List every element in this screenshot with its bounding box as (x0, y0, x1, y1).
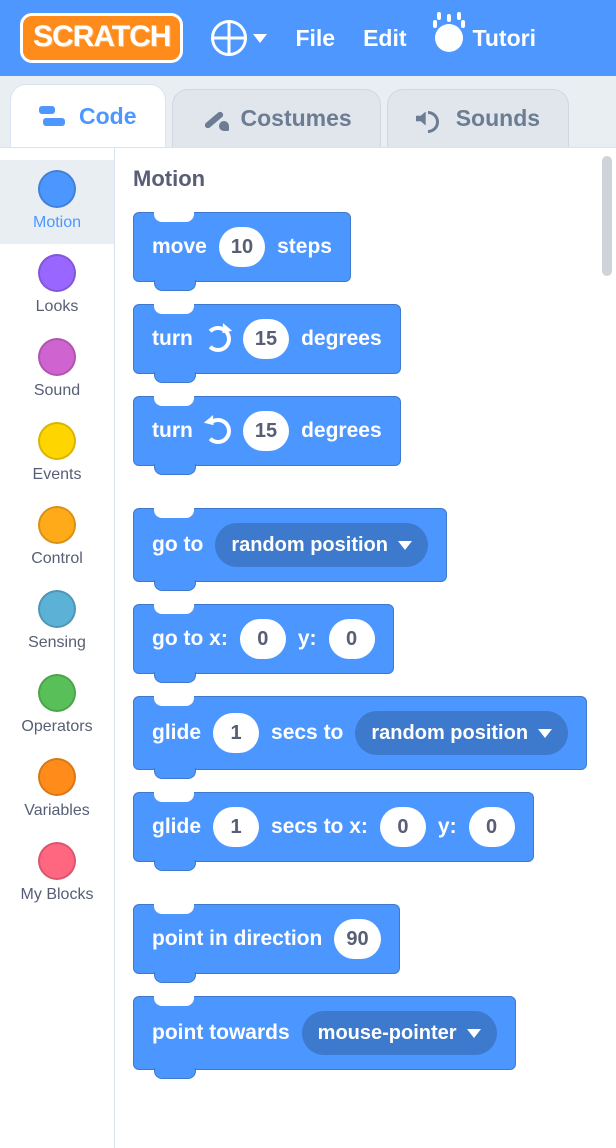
block-point-in-direction[interactable]: point in direction 90 (133, 904, 400, 974)
tab-code-label: Code (79, 103, 137, 130)
tab-costumes-label: Costumes (241, 105, 352, 132)
chevron-down-icon (253, 34, 267, 43)
block-text: point in direction (152, 927, 322, 951)
block-number-input[interactable]: 90 (334, 919, 380, 959)
block-text: glide (152, 815, 201, 839)
block-text: glide (152, 721, 201, 745)
block-text: secs to (271, 721, 343, 745)
block-dropdown[interactable]: random position (355, 711, 568, 755)
block-text: secs to x: (271, 815, 368, 839)
block-point-towards[interactable]: point towards mouse-pointer (133, 996, 516, 1070)
block-text: move (152, 235, 207, 259)
category-label: Looks (36, 298, 79, 316)
category-label: Events (33, 466, 82, 484)
workspace: Motion Looks Sound Events Control Sensin… (0, 148, 616, 1148)
tab-costumes[interactable]: Costumes (172, 89, 381, 147)
category-label: Motion (33, 214, 81, 232)
block-text: degrees (301, 327, 382, 351)
palette-heading: Motion (133, 166, 598, 192)
category-swatch (38, 422, 76, 460)
block-number-input[interactable]: 10 (219, 227, 265, 267)
block-text: y: (438, 815, 457, 839)
rotate-clockwise-icon (205, 326, 231, 352)
category-swatch (38, 674, 76, 712)
block-text: turn (152, 327, 193, 351)
block-number-input[interactable]: 0 (240, 619, 286, 659)
block-number-input[interactable]: 0 (380, 807, 426, 847)
category-label: My Blocks (21, 886, 94, 904)
block-number-input[interactable]: 0 (329, 619, 375, 659)
block-text: go to x: (152, 627, 228, 651)
paintbrush-icon (201, 109, 227, 129)
speaker-icon (416, 109, 442, 129)
block-number-input[interactable]: 0 (469, 807, 515, 847)
tab-sounds[interactable]: Sounds (387, 89, 569, 147)
scratch-logo[interactable]: SCRATCH (20, 13, 183, 63)
rotate-counterclockwise-icon (205, 418, 231, 444)
menu-file[interactable]: File (295, 25, 335, 52)
category-label: Sensing (28, 634, 86, 652)
menu-tutorials[interactable]: Tutori (435, 24, 536, 52)
code-icon (39, 106, 65, 126)
block-go-to[interactable]: go to random position (133, 508, 447, 582)
block-glide-to-xy[interactable]: glide 1 secs to x: 0 y: 0 (133, 792, 534, 862)
block-move-steps[interactable]: move 10 steps (133, 212, 351, 282)
block-turn-cw[interactable]: turn 15 degrees (133, 304, 401, 374)
chevron-down-icon (538, 729, 552, 738)
category-swatch (38, 506, 76, 544)
dropdown-value: random position (231, 534, 388, 557)
menu-tutorials-label: Tutori (473, 25, 536, 52)
block-text: point towards (152, 1021, 290, 1045)
category-operators[interactable]: Operators (0, 664, 114, 748)
language-selector[interactable] (211, 20, 267, 56)
category-swatch (38, 338, 76, 376)
block-text: y: (298, 627, 317, 651)
block-text: go to (152, 533, 203, 557)
block-number-input[interactable]: 1 (213, 713, 259, 753)
category-swatch (38, 590, 76, 628)
category-sensing[interactable]: Sensing (0, 580, 114, 664)
category-swatch (38, 254, 76, 292)
tab-sounds-label: Sounds (456, 105, 540, 132)
chevron-down-icon (398, 541, 412, 550)
category-motion[interactable]: Motion (0, 160, 114, 244)
block-turn-ccw[interactable]: turn 15 degrees (133, 396, 401, 466)
chevron-down-icon (467, 1029, 481, 1038)
editor-tabs: Code Costumes Sounds (0, 76, 616, 148)
category-label: Operators (21, 718, 92, 736)
scrollbar-thumb[interactable] (602, 156, 612, 276)
block-text: turn (152, 419, 193, 443)
category-label: Variables (24, 802, 90, 820)
category-looks[interactable]: Looks (0, 244, 114, 328)
block-glide-to[interactable]: glide 1 secs to random position (133, 696, 587, 770)
block-palette[interactable]: Motion move 10 steps turn 15 degrees tur… (115, 148, 616, 1148)
category-swatch (38, 842, 76, 880)
tab-code[interactable]: Code (10, 84, 166, 147)
globe-icon (211, 20, 247, 56)
category-variables[interactable]: Variables (0, 748, 114, 832)
block-dropdown[interactable]: mouse-pointer (302, 1011, 497, 1055)
block-number-input[interactable]: 15 (243, 411, 289, 451)
block-text: steps (277, 235, 332, 259)
block-text: degrees (301, 419, 382, 443)
category-swatch (38, 170, 76, 208)
category-sound[interactable]: Sound (0, 328, 114, 412)
block-number-input[interactable]: 15 (243, 319, 289, 359)
menu-bar: SCRATCH File Edit Tutori (0, 0, 616, 76)
category-swatch (38, 758, 76, 796)
lightbulb-icon (435, 24, 463, 52)
category-label: Sound (34, 382, 80, 400)
dropdown-value: random position (371, 722, 528, 745)
menu-edit[interactable]: Edit (363, 25, 406, 52)
category-my-blocks[interactable]: My Blocks (0, 832, 114, 916)
block-dropdown[interactable]: random position (215, 523, 428, 567)
dropdown-value: mouse-pointer (318, 1022, 457, 1045)
category-label: Control (31, 550, 83, 568)
block-number-input[interactable]: 1 (213, 807, 259, 847)
block-go-to-xy[interactable]: go to x: 0 y: 0 (133, 604, 394, 674)
category-events[interactable]: Events (0, 412, 114, 496)
category-sidebar: Motion Looks Sound Events Control Sensin… (0, 148, 115, 1148)
category-control[interactable]: Control (0, 496, 114, 580)
